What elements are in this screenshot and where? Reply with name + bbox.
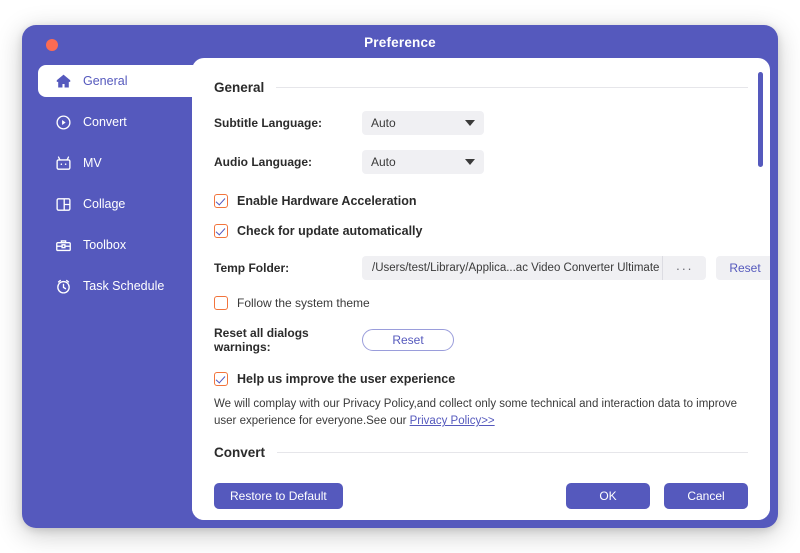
section-title: General <box>214 80 265 95</box>
privacy-policy-link[interactable]: Privacy Policy>> <box>410 415 495 427</box>
clock-icon <box>54 277 72 295</box>
restore-to-default-button[interactable]: Restore to Default <box>214 483 343 509</box>
scrollbar-thumb[interactable] <box>758 72 763 167</box>
hardware-acceleration-label: Enable Hardware Acceleration <box>237 194 417 208</box>
chevron-down-icon <box>465 120 475 126</box>
reset-dialogs-button[interactable]: Reset <box>362 329 454 351</box>
toolbox-icon <box>54 236 72 254</box>
sidebar-item-task-schedule[interactable]: Task Schedule <box>38 270 192 302</box>
settings-scroll-area: General Subtitle Language: Auto Audio La… <box>192 58 770 472</box>
row-check-update: Check for update automatically <box>214 224 748 238</box>
sidebar-item-collage[interactable]: Collage <box>38 188 192 220</box>
audio-language-value: Auto <box>371 155 396 169</box>
temp-folder-input[interactable]: /Users/test/Library/Applica...ac Video C… <box>362 256 662 280</box>
sidebar-item-general[interactable]: General <box>38 65 193 97</box>
row-reset-dialogs: Reset all dialogs warnings: Reset <box>214 326 748 354</box>
privacy-description: We will complay with our Privacy Policy,… <box>214 396 748 431</box>
audio-language-label: Audio Language: <box>214 155 312 169</box>
temp-folder-value: /Users/test/Library/Applica...ac Video C… <box>372 262 660 274</box>
sidebar-item-label: General <box>83 73 128 88</box>
section-header-general: General <box>214 80 748 95</box>
row-temp-folder: Temp Folder: /Users/test/Library/Applica… <box>214 256 770 280</box>
reset-dialogs-label: Reset all dialogs warnings: <box>214 326 309 354</box>
follow-system-theme-checkbox[interactable] <box>214 296 228 310</box>
home-icon <box>54 72 72 90</box>
section-divider <box>277 451 748 453</box>
temp-folder-browse-button[interactable]: ··· <box>662 256 706 280</box>
section-header-convert: Convert <box>214 445 748 460</box>
dialog-footer: Restore to Default OK Cancel <box>192 472 770 520</box>
row-audio-language: Audio Language: Auto <box>214 150 748 174</box>
improve-experience-checkbox[interactable] <box>214 372 228 386</box>
ok-button[interactable]: OK <box>566 483 650 509</box>
sidebar-item-label: MV <box>83 155 102 170</box>
sidebar-item-toolbox[interactable]: Toolbox <box>38 229 192 261</box>
row-follow-system-theme: Follow the system theme <box>214 296 748 310</box>
sidebar-item-label: Toolbox <box>83 237 127 252</box>
cancel-button[interactable]: Cancel <box>664 483 748 509</box>
collage-icon <box>54 195 72 213</box>
row-improve-experience: Help us improve the user experience <box>214 372 748 386</box>
sidebar-item-mv[interactable]: MV <box>38 147 192 179</box>
row-hardware-acceleration: Enable Hardware Acceleration <box>214 194 748 208</box>
subtitle-language-value: Auto <box>371 116 396 130</box>
hardware-acceleration-checkbox[interactable] <box>214 194 228 208</box>
scrollbar-track[interactable] <box>758 72 763 462</box>
section-title: Convert <box>214 444 266 460</box>
sidebar: General Convert MV Collage Toolbox Task … <box>22 65 193 528</box>
chevron-down-icon <box>465 159 475 165</box>
convert-icon <box>54 113 72 131</box>
audio-language-select[interactable]: Auto <box>362 150 484 174</box>
follow-system-theme-label: Follow the system theme <box>237 296 370 310</box>
improve-experience-label: Help us improve the user experience <box>237 372 456 386</box>
section-divider <box>276 87 748 88</box>
subtitle-language-label: Subtitle Language: <box>214 116 322 130</box>
mv-icon <box>54 154 72 172</box>
row-subtitle-language: Subtitle Language: Auto <box>214 111 748 135</box>
preference-window: Preference General Convert MV Collage To… <box>22 25 778 528</box>
check-update-checkbox[interactable] <box>214 224 228 238</box>
temp-folder-label: Temp Folder: <box>214 261 290 275</box>
sidebar-item-convert[interactable]: Convert <box>38 106 192 138</box>
subtitle-language-select[interactable]: Auto <box>362 111 484 135</box>
sidebar-item-label: Collage <box>83 196 126 211</box>
sidebar-item-label: Convert <box>83 114 127 129</box>
content-panel: General Subtitle Language: Auto Audio La… <box>192 58 770 520</box>
check-update-label: Check for update automatically <box>237 224 423 238</box>
sidebar-item-label: Task Schedule <box>83 278 165 293</box>
window-title: Preference <box>364 35 436 50</box>
